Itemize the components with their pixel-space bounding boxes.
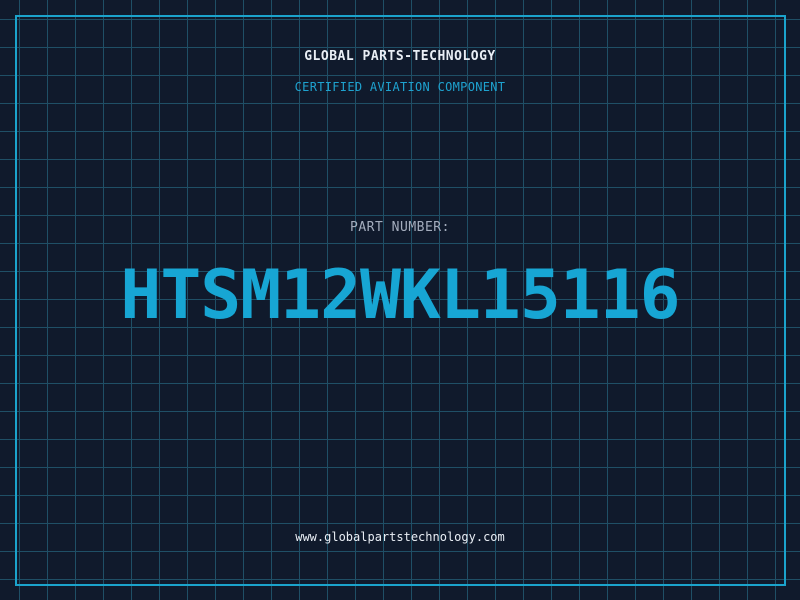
part-number: HTSM12WKL15116 bbox=[120, 256, 680, 335]
company-name: GLOBAL PARTS-TECHNOLOGY bbox=[304, 49, 496, 64]
tagline: CERTIFIED AVIATION COMPONENT bbox=[294, 80, 506, 94]
website-link[interactable]: www.globalpartstechnology.com bbox=[0, 530, 800, 544]
part-number-label: PART NUMBER: bbox=[350, 220, 450, 235]
